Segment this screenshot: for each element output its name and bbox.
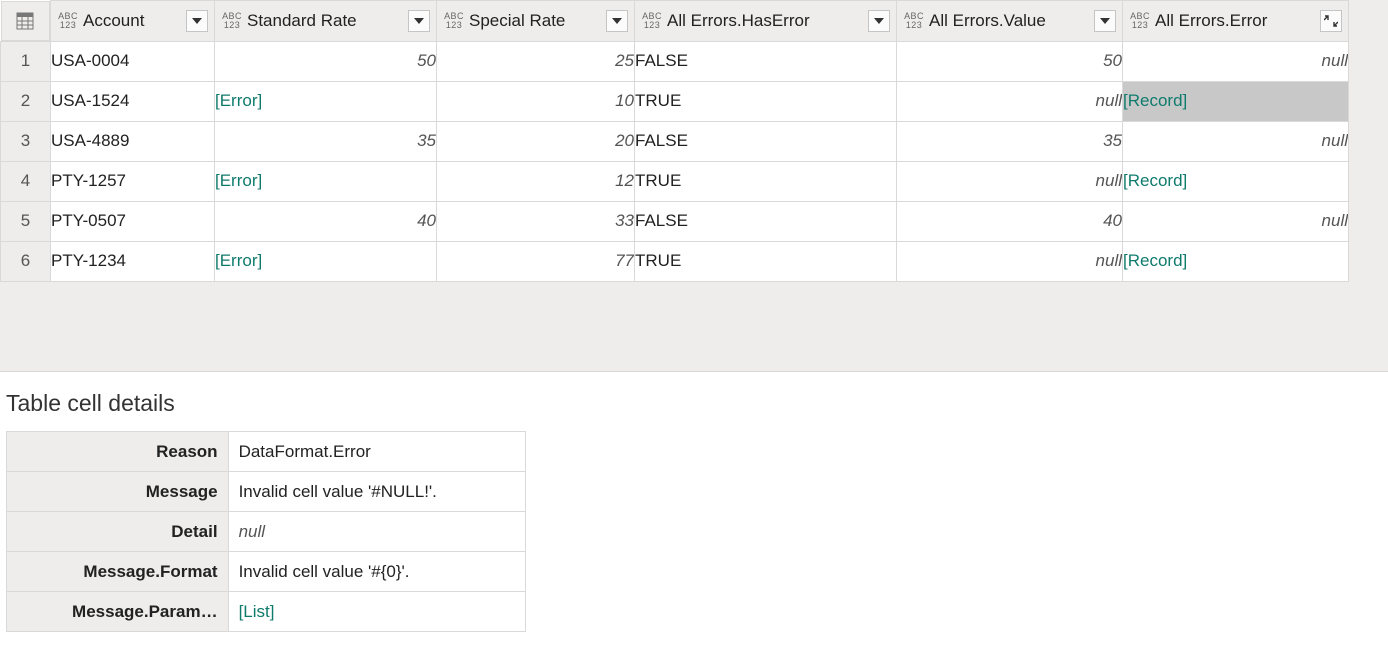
cell-account[interactable]: USA-0004 <box>51 41 215 81</box>
detail-value-link[interactable]: [List] <box>228 592 525 632</box>
cell-error[interactable]: null <box>1123 121 1349 161</box>
filter-button[interactable] <box>1094 10 1116 32</box>
cell-special-rate[interactable]: 25 <box>437 41 635 81</box>
filter-button[interactable] <box>186 10 208 32</box>
any-type-icon: ABC123 <box>641 12 663 30</box>
details-title: Table cell details <box>6 390 1382 417</box>
detail-row: Message.FormatInvalid cell value '#{0}'. <box>7 552 526 592</box>
cell-has-error[interactable]: TRUE <box>635 81 897 121</box>
any-type-icon: ABC123 <box>57 12 79 30</box>
cell-account[interactable]: PTY-0507 <box>51 201 215 241</box>
column-label: All Errors.Error <box>1155 11 1316 31</box>
detail-value: Invalid cell value '#{0}'. <box>228 552 525 592</box>
any-type-icon: ABC123 <box>903 12 925 30</box>
column-label: Account <box>83 11 182 31</box>
cell-error[interactable]: null <box>1123 41 1349 81</box>
details-table: ReasonDataFormat.ErrorMessageInvalid cel… <box>6 431 526 632</box>
detail-key: Reason <box>7 432 229 472</box>
filter-button[interactable] <box>868 10 890 32</box>
cell-error-link[interactable]: [Error] <box>215 81 437 121</box>
column-header-value[interactable]: ABC123 All Errors.Value <box>897 1 1123 42</box>
column-label: Standard Rate <box>247 11 404 31</box>
cell-value[interactable]: null <box>897 241 1123 281</box>
cell-has-error[interactable]: FALSE <box>635 201 897 241</box>
column-header-special-rate[interactable]: ABC123 Special Rate <box>437 1 635 42</box>
cell-has-error[interactable]: FALSE <box>635 41 897 81</box>
any-type-icon: ABC123 <box>443 12 465 30</box>
cell-value[interactable]: null <box>897 81 1123 121</box>
detail-value: null <box>228 512 525 552</box>
detail-row: MessageInvalid cell value '#NULL!'. <box>7 472 526 512</box>
cell-account[interactable]: PTY-1257 <box>51 161 215 201</box>
detail-value: Invalid cell value '#NULL!'. <box>228 472 525 512</box>
row-number[interactable]: 5 <box>1 201 51 241</box>
row-number[interactable]: 2 <box>1 81 51 121</box>
cell-value[interactable]: null <box>897 161 1123 201</box>
cell-standard-rate[interactable]: 40 <box>215 201 437 241</box>
column-header-standard-rate[interactable]: ABC123 Standard Rate <box>215 1 437 42</box>
data-grid: ABC123 Account ABC123 Standard Rate ABC1… <box>0 0 1388 372</box>
detail-key: Detail <box>7 512 229 552</box>
cell-special-rate[interactable]: 33 <box>437 201 635 241</box>
detail-row: ReasonDataFormat.Error <box>7 432 526 472</box>
cell-standard-rate[interactable]: 35 <box>215 121 437 161</box>
detail-value: DataFormat.Error <box>228 432 525 472</box>
detail-key: Message.Format <box>7 552 229 592</box>
cell-details-panel: Table cell details ReasonDataFormat.Erro… <box>0 372 1388 646</box>
detail-row: Detailnull <box>7 512 526 552</box>
column-label: All Errors.Value <box>929 11 1090 31</box>
detail-key: Message.Param… <box>7 592 229 632</box>
cell-error[interactable]: null <box>1123 201 1349 241</box>
table-row[interactable]: 3USA-48893520FALSE35null <box>1 121 1349 161</box>
detail-key: Message <box>7 472 229 512</box>
any-type-icon: ABC123 <box>221 12 243 30</box>
select-all-corner[interactable] <box>1 1 51 41</box>
row-number[interactable]: 3 <box>1 121 51 161</box>
column-header-account[interactable]: ABC123 Account <box>51 1 215 42</box>
cell-has-error[interactable]: TRUE <box>635 241 897 281</box>
filter-button[interactable] <box>606 10 628 32</box>
cell-account[interactable]: USA-4889 <box>51 121 215 161</box>
column-label: All Errors.HasError <box>667 11 864 31</box>
column-header-has-error[interactable]: ABC123 All Errors.HasError <box>635 1 897 42</box>
column-label: Special Rate <box>469 11 602 31</box>
any-type-icon: ABC123 <box>1129 12 1151 30</box>
cell-error-link[interactable]: [Error] <box>215 241 437 281</box>
cell-value[interactable]: 50 <box>897 41 1123 81</box>
filter-button[interactable] <box>408 10 430 32</box>
cell-special-rate[interactable]: 12 <box>437 161 635 201</box>
table-row[interactable]: 4PTY-1257[Error]12TRUEnull[Record] <box>1 161 1349 201</box>
cell-account[interactable]: PTY-1234 <box>51 241 215 281</box>
detail-row: Message.Param…[List] <box>7 592 526 632</box>
row-number[interactable]: 4 <box>1 161 51 201</box>
cell-has-error[interactable]: TRUE <box>635 161 897 201</box>
cell-value[interactable]: 35 <box>897 121 1123 161</box>
table-row[interactable]: 6PTY-1234[Error]77TRUEnull[Record] <box>1 241 1349 281</box>
table-row[interactable]: 1USA-00045025FALSE50null <box>1 41 1349 81</box>
row-number[interactable]: 6 <box>1 241 51 281</box>
cell-value[interactable]: 40 <box>897 201 1123 241</box>
cell-special-rate[interactable]: 20 <box>437 121 635 161</box>
cell-account[interactable]: USA-1524 <box>51 81 215 121</box>
table-row[interactable]: 5PTY-05074033FALSE40null <box>1 201 1349 241</box>
cell-special-rate[interactable]: 77 <box>437 241 635 281</box>
cell-record-link[interactable]: [Record] <box>1123 161 1349 201</box>
row-number[interactable]: 1 <box>1 41 51 81</box>
cell-record-link[interactable]: [Record] <box>1123 241 1349 281</box>
cell-standard-rate[interactable]: 50 <box>215 41 437 81</box>
data-table: ABC123 Account ABC123 Standard Rate ABC1… <box>0 0 1349 282</box>
cell-special-rate[interactable]: 10 <box>437 81 635 121</box>
cell-has-error[interactable]: FALSE <box>635 121 897 161</box>
cell-error-link[interactable]: [Error] <box>215 161 437 201</box>
cell-record-link[interactable]: [Record] <box>1123 81 1349 121</box>
table-row[interactable]: 2USA-1524[Error]10TRUEnull[Record] <box>1 81 1349 121</box>
expand-button[interactable] <box>1320 10 1342 32</box>
column-header-error[interactable]: ABC123 All Errors.Error <box>1123 1 1349 42</box>
